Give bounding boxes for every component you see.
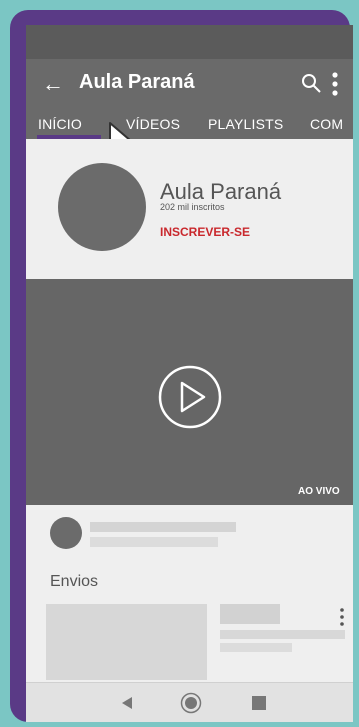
tab-playlists[interactable]: PLAYLISTS xyxy=(208,116,283,132)
tab-inicio[interactable]: INÍCIO xyxy=(38,116,82,132)
text-placeholder xyxy=(90,522,236,532)
triangle-back-icon[interactable] xyxy=(120,696,134,710)
phone-screen: ← Aula Paraná INÍCIO VÍDEOS PLAYLISTS CO… xyxy=(26,25,353,722)
app-bar: ← Aula Paraná INÍCIO VÍDEOS PLAYLISTS CO… xyxy=(26,59,353,139)
square-recents-icon[interactable] xyxy=(252,696,266,710)
live-video-player[interactable]: AO VIVO xyxy=(26,279,353,505)
live-badge: AO VIVO xyxy=(298,486,340,497)
channel-avatar[interactable] xyxy=(58,163,146,251)
tab-bar: INÍCIO VÍDEOS PLAYLISTS COM xyxy=(26,115,353,139)
subscribe-button[interactable]: INSCREVER-SE xyxy=(160,225,250,239)
channel-header: Aula Paraná 202 mil inscritos INSCREVER-… xyxy=(26,139,353,279)
list-item[interactable] xyxy=(26,505,353,559)
page-title: Aula Paraná xyxy=(79,71,195,93)
avatar xyxy=(50,517,82,549)
status-bar xyxy=(26,25,353,59)
subscriber-count: 202 mil inscritos xyxy=(160,202,225,212)
upload-meta-placeholder xyxy=(220,643,292,652)
phone-frame: ← Aula Paraná INÍCIO VÍDEOS PLAYLISTS CO… xyxy=(10,10,353,722)
search-icon[interactable] xyxy=(300,72,322,94)
upload-thumbnail[interactable] xyxy=(46,604,207,680)
more-vertical-icon[interactable] xyxy=(337,607,347,627)
arrow-left-icon[interactable]: ← xyxy=(42,73,64,95)
more-vertical-icon[interactable] xyxy=(328,69,342,99)
play-circle-icon[interactable] xyxy=(157,364,223,430)
upload-meta-placeholder xyxy=(220,630,345,639)
uploads-section-title: Envios xyxy=(50,573,99,590)
upload-title-placeholder xyxy=(220,604,280,624)
tab-community[interactable]: COM xyxy=(310,116,343,132)
system-nav-bar xyxy=(26,682,353,722)
text-placeholder xyxy=(90,537,218,547)
circle-home-icon[interactable] xyxy=(180,692,202,714)
